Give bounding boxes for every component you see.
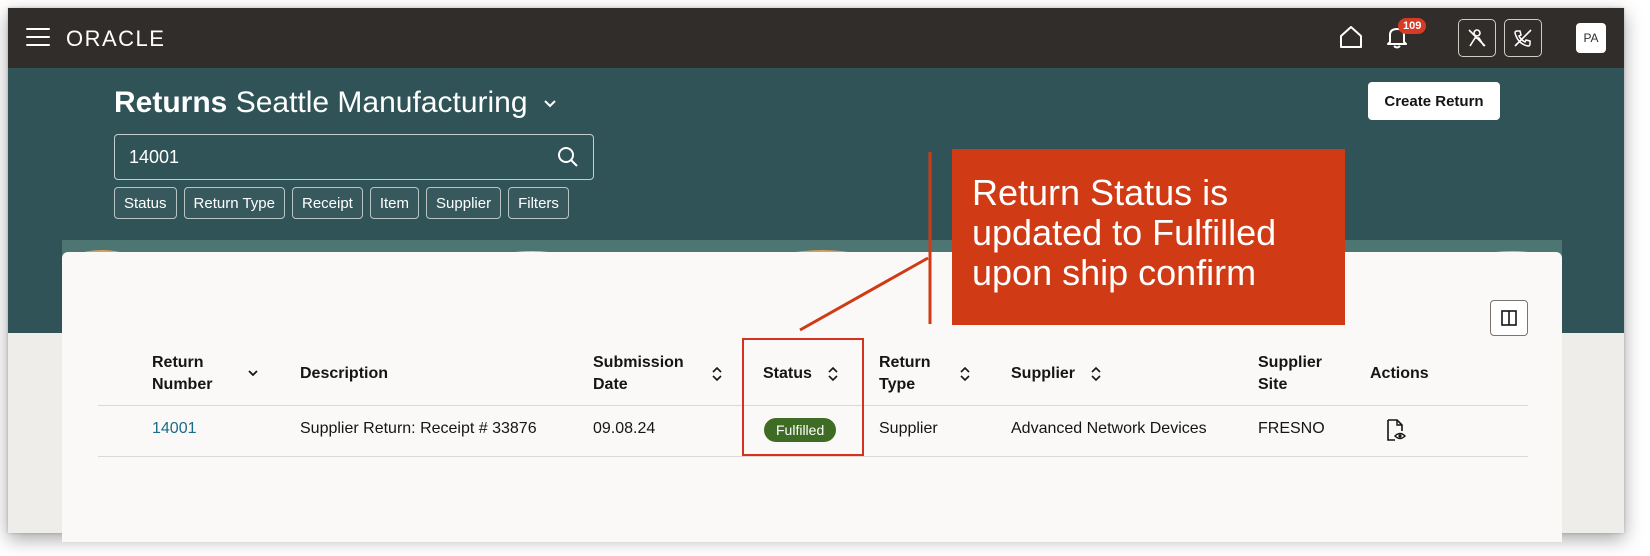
annotation-callout: Return Status is updated to Fulfilled up…: [952, 149, 1345, 325]
callout-pointer: [799, 152, 932, 332]
